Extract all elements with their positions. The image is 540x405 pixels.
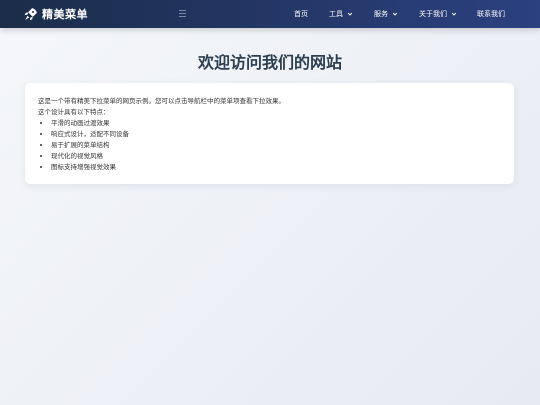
nav-item-about[interactable]: 关于我们 bbox=[419, 9, 457, 19]
feature-item: 图标支持增强视觉效果 bbox=[51, 162, 498, 173]
menu-icon[interactable] bbox=[179, 10, 186, 17]
feature-item: 响应式设计，适配不同设备 bbox=[51, 129, 498, 140]
chevron-down-icon bbox=[347, 12, 353, 16]
nav-item-label: 服务 bbox=[374, 10, 388, 18]
feature-list: 平滑的动画过渡效果 响应式设计，适配不同设备 易于扩展的菜单结构 现代化的视觉风… bbox=[38, 118, 498, 173]
card-content: 这是一个带有精美下拉菜单的网页示例。您可以点击导航栏中的菜单项查看下拉效果。 这… bbox=[38, 96, 498, 173]
nav-item-label: 联系我们 bbox=[477, 10, 505, 18]
rocket-icon bbox=[24, 8, 37, 21]
feature-item: 易于扩展的菜单结构 bbox=[51, 140, 498, 151]
feature-item: 平滑的动画过渡效果 bbox=[51, 118, 498, 129]
nav-item-label: 关于我们 bbox=[419, 10, 447, 18]
nav-item-label: 工具 bbox=[329, 10, 343, 18]
features-heading: 这个设计具有以下特点： bbox=[38, 108, 110, 116]
nav-item-tools[interactable]: 工具 bbox=[329, 9, 353, 19]
feature-item: 现代化的视觉风格 bbox=[51, 151, 498, 162]
brand-logo[interactable]: 精美菜单 bbox=[24, 5, 88, 23]
chevron-down-icon bbox=[392, 12, 398, 16]
navbar: 精美菜单 首页 工具 服务 关于我们 联系我们 bbox=[0, 0, 540, 28]
nav-item-label: 首页 bbox=[294, 10, 308, 18]
content-card: 这是一个带有精美下拉菜单的网页示例。您可以点击导航栏中的菜单项查看下拉效果。 这… bbox=[25, 83, 514, 184]
intro-text: 这是一个带有精美下拉菜单的网页示例。您可以点击导航栏中的菜单项查看下拉效果。 bbox=[38, 97, 285, 105]
nav-item-home[interactable]: 首页 bbox=[294, 9, 308, 19]
chevron-down-icon bbox=[451, 12, 457, 16]
brand-name: 精美菜单 bbox=[42, 8, 88, 21]
nav-item-contact[interactable]: 联系我们 bbox=[477, 9, 505, 19]
page-title: 欢迎访问我们的网站 bbox=[197, 53, 342, 72]
nav-item-services[interactable]: 服务 bbox=[374, 9, 398, 19]
